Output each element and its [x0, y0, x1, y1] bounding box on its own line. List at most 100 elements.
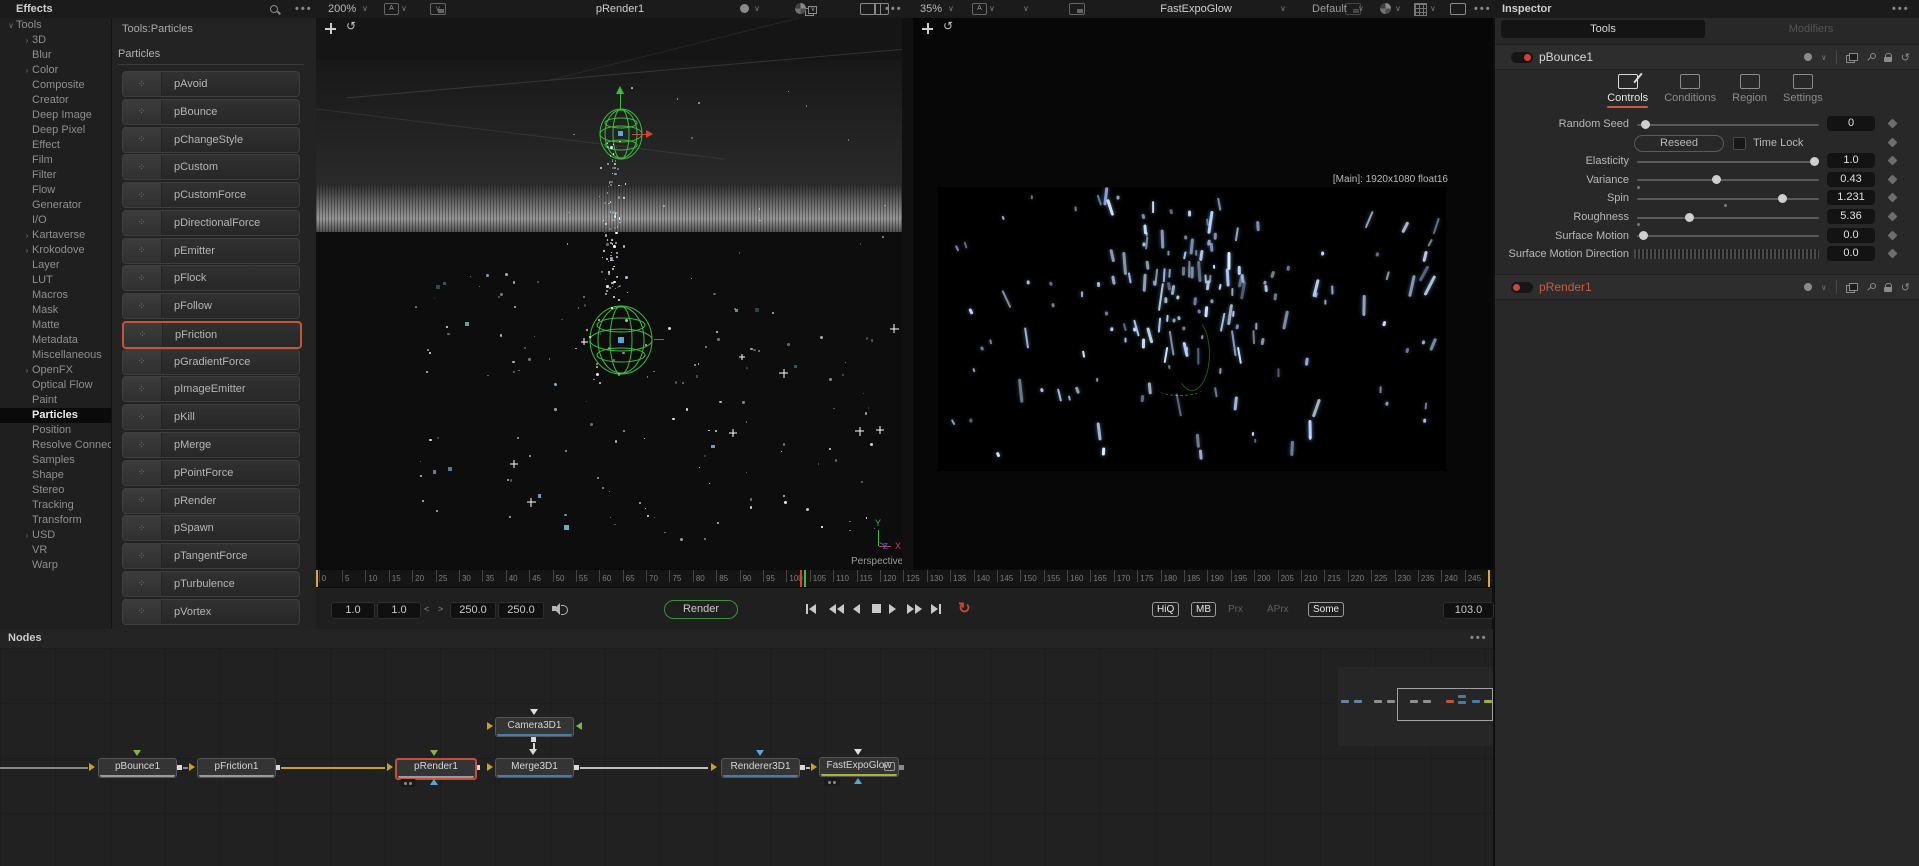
right-viewer-zoom-chevron-icon[interactable]: ∨ — [948, 0, 954, 18]
playhead[interactable] — [800, 570, 803, 588]
inspector-menu-icon[interactable]: ••• — [1892, 0, 1910, 18]
left-viewer-zoom[interactable]: 200% — [328, 0, 356, 18]
node-minimap[interactable] — [1338, 667, 1493, 746]
tool-pchangestyle[interactable]: ⁘ pChangeStyle — [122, 126, 300, 153]
right-viewer-zoom[interactable]: 35% — [920, 0, 942, 18]
keyframe-icon[interactable] — [1887, 192, 1898, 203]
keyframe-icon[interactable] — [1887, 155, 1898, 166]
tool-pspawn[interactable]: ⁘ pSpawn — [122, 515, 300, 542]
sidebar-item-deep-pixel[interactable]: Deep Pixel — [0, 123, 111, 138]
sidebar-item-metadata[interactable]: Metadata — [0, 333, 111, 348]
output-port[interactable] — [531, 736, 536, 742]
right-viewer-subview-icon[interactable] — [1069, 3, 1086, 16]
copy-icon[interactable] — [1845, 52, 1858, 63]
sidebar-item-transform[interactable]: Transform — [0, 513, 111, 528]
goto-end-button[interactable] — [931, 604, 941, 614]
tool-pemitter[interactable]: ⁘ pEmitter — [122, 237, 300, 264]
sidebar-item-layer[interactable]: Layer — [0, 258, 111, 273]
tool-ptangentforce[interactable]: ⁘ pTangentForce — [122, 543, 300, 570]
tool-pbounce[interactable]: ⁘ pBounce — [122, 98, 300, 125]
play-reverse-button[interactable] — [853, 604, 860, 614]
effects-menu-icon[interactable]: ••• — [295, 0, 313, 18]
chevron-right-icon[interactable]: › — [22, 228, 32, 243]
tool-pturbulence[interactable]: ⁘ pTurbulence — [122, 570, 300, 597]
viewport-move-icon[interactable] — [325, 23, 336, 34]
sidebar-item-color[interactable]: › Color — [0, 63, 111, 78]
viewport-rotate-icon[interactable]: ↺ — [943, 19, 953, 33]
chevron-right-icon[interactable]: › — [22, 528, 32, 543]
right-viewer-wheel-chevron-icon[interactable]: ∨ — [1395, 0, 1401, 18]
tool-pcustomforce[interactable]: ⁘ pCustomForce — [122, 182, 300, 209]
range-next-icon[interactable]: > — [438, 602, 443, 617]
tool-pdirectionalforce[interactable]: ⁘ pDirectionalForce — [122, 209, 300, 236]
render-end-field[interactable]: 250.0 — [450, 602, 496, 619]
quality-hiq[interactable]: HiQ — [1152, 602, 1180, 617]
left-viewer-buffer-chevron-icon[interactable]: ∨ — [401, 0, 407, 18]
sidebar-item-optical-flow[interactable]: Optical Flow — [0, 378, 111, 393]
left-viewer-lut-chevron-icon[interactable]: ∨ — [810, 0, 816, 18]
tool-pmerge[interactable]: ⁘ pMerge — [122, 432, 300, 458]
sidebar-item-generator[interactable]: Generator — [0, 198, 111, 213]
param-slider-handle[interactable] — [1711, 175, 1721, 185]
param-slider-handle[interactable] — [1777, 193, 1787, 203]
param-slider-handle[interactable] — [1809, 156, 1819, 166]
param-slider-handle[interactable] — [1638, 231, 1648, 241]
sidebar-item-krokodove[interactable]: › Krokodove — [0, 243, 111, 258]
quality-aprx[interactable]: APrx — [1262, 602, 1294, 617]
node-pfriction1[interactable]: pFriction1 — [197, 758, 276, 778]
sidebar-item-lut[interactable]: LUT — [0, 273, 111, 288]
fast-reverse-button[interactable] — [829, 604, 844, 614]
node-graph-canvas[interactable]: pBounce1 pFriction1 pRender1 Camera3D1 Merge… — [0, 648, 1493, 866]
tab-modifiers[interactable]: Modifiers — [1709, 20, 1913, 38]
param-slider-track[interactable] — [1637, 160, 1819, 163]
node-comment-icon[interactable] — [884, 762, 895, 771]
quality-some[interactable]: Some — [1308, 602, 1345, 617]
goto-start-button[interactable] — [806, 604, 816, 614]
node-pbounce1[interactable]: pBounce1 — [98, 758, 177, 778]
right-viewer-grid-chevron-icon[interactable]: ∨ — [1430, 0, 1436, 18]
sidebar-item-composite[interactable]: Composite — [0, 78, 111, 93]
current-frame-field[interactable]: 103.0 — [1443, 602, 1494, 619]
lock-icon[interactable] — [1883, 52, 1893, 62]
left-viewer-lut-icon[interactable] — [795, 3, 806, 14]
sidebar-item-film[interactable]: Film — [0, 153, 111, 168]
tool-pcustom[interactable]: ⁘ pCustom — [122, 154, 300, 181]
keyframe-icon[interactable] — [1887, 230, 1898, 241]
sidebar-item-kartaverse[interactable]: › Kartaverse — [0, 228, 111, 243]
chevron-right-icon[interactable]: › — [22, 63, 32, 78]
version-chevron-icon[interactable]: ∨ — [1821, 53, 1827, 62]
output-port[interactable] — [574, 764, 579, 770]
sidebar-item-shape[interactable]: Shape — [0, 468, 111, 483]
version-dot-icon[interactable] — [1803, 283, 1812, 291]
audio-icon[interactable] — [552, 603, 568, 615]
tool-pgradientforce[interactable]: ⁘ pGradientForce — [122, 348, 300, 375]
keyframe-icon[interactable] — [1887, 118, 1898, 129]
node-enable-toggle[interactable] — [1511, 52, 1533, 63]
sidebar-item-effect[interactable]: Effect — [0, 138, 111, 153]
global-start-field[interactable]: 1.0 — [331, 602, 375, 619]
sidebar-item-tools[interactable]: ∨ Tools — [0, 18, 111, 33]
node-enable-toggle[interactable] — [1511, 282, 1533, 293]
sidebar-item-openfx[interactable]: › OpenFX — [0, 363, 111, 378]
output-port[interactable] — [899, 764, 904, 770]
right-viewer-menu-icon[interactable]: ••• — [1474, 0, 1492, 18]
left-viewer-channel-chevron-icon[interactable]: ∨ — [754, 0, 760, 18]
param-value-field[interactable]: 0 — [1827, 116, 1875, 131]
copy-icon[interactable] — [1845, 282, 1858, 293]
tool-pflock[interactable]: ⁘ pFlock — [122, 265, 300, 292]
quality-mb[interactable]: MB — [1191, 602, 1216, 617]
node-renderer3d1[interactable]: Renderer3D1 — [721, 758, 800, 778]
chevron-right-icon[interactable]: › — [22, 243, 32, 258]
tool-pvortex[interactable]: ⁘ pVortex — [122, 598, 300, 625]
sidebar-item-deep-image[interactable]: Deep Image — [0, 108, 111, 123]
right-viewer-stereo-chevron-icon[interactable]: ∨ — [1280, 0, 1286, 18]
right-viewer-subview-chevron-icon[interactable]: ∨ — [1023, 0, 1029, 18]
sidebar-item-position[interactable]: Position — [0, 423, 111, 438]
node-header-pbounce1[interactable]: pBounce1 ∨ ↺ — [1495, 44, 1919, 70]
right-viewer-lut-name-chevron-icon[interactable]: ∨ — [1358, 0, 1364, 18]
param-slider-track[interactable] — [1637, 235, 1819, 238]
param-slider-track[interactable] — [1637, 123, 1819, 126]
tool-ppointforce[interactable]: ⁘ pPointForce — [122, 459, 300, 486]
right-viewer-buffer-chevron-icon[interactable]: ∨ — [989, 0, 995, 18]
param-value-field[interactable]: 0.0 — [1827, 227, 1875, 243]
